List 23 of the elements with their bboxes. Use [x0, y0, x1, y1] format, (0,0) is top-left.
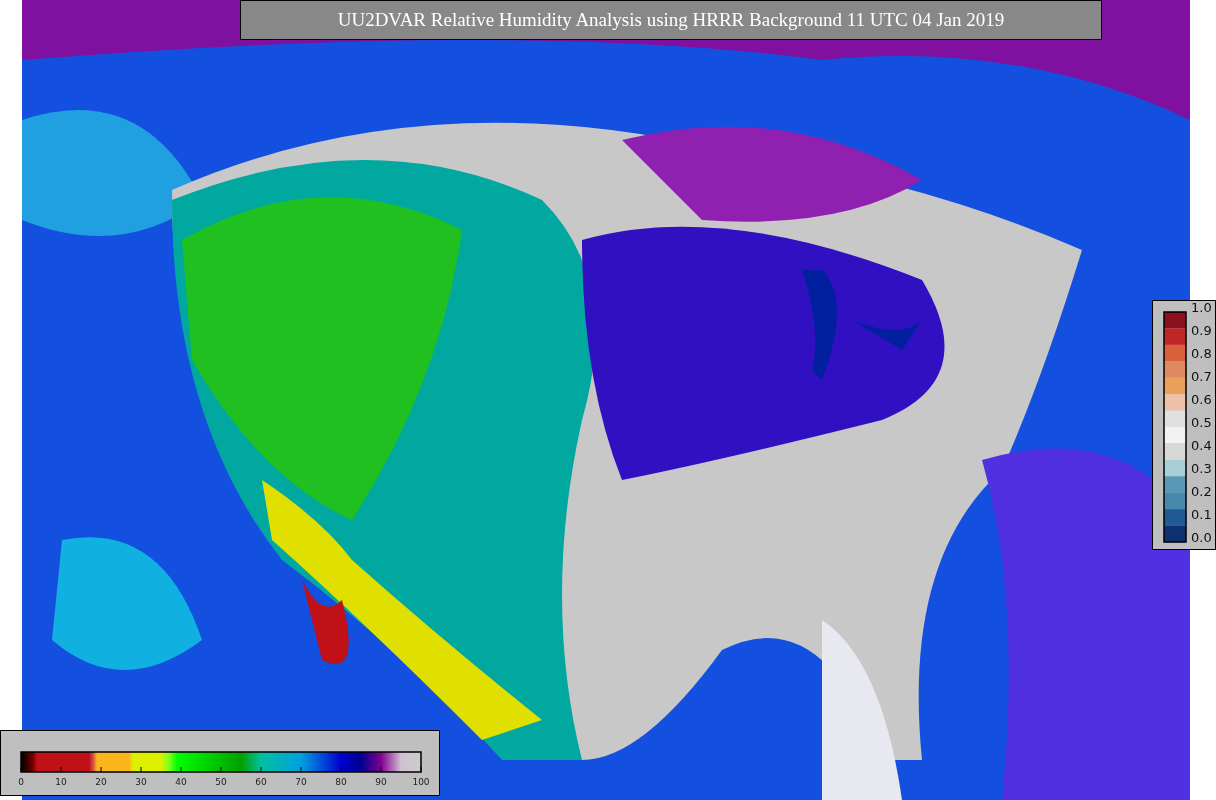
- tick-label: 50: [215, 777, 227, 787]
- tick-label: 0.3: [1191, 461, 1212, 476]
- tick-label: 0.1: [1191, 507, 1212, 522]
- tick-label: 80: [335, 777, 347, 787]
- tick-label: 0.2: [1191, 484, 1212, 499]
- tick-label: 1.0: [1191, 300, 1212, 315]
- tick-label: 0.9: [1191, 323, 1212, 338]
- tick-label: 0.6: [1191, 392, 1212, 407]
- tick-label: 60: [255, 777, 267, 787]
- tick-label: 0.7: [1191, 369, 1212, 384]
- tick-label: 0: [18, 777, 24, 787]
- tick-label: 70: [295, 777, 307, 787]
- tick-label: 0.0: [1191, 530, 1212, 545]
- tick-label: 10: [55, 777, 67, 787]
- tick-label: 0.5: [1191, 415, 1212, 430]
- tick-label: 0.4: [1191, 438, 1212, 453]
- tick-label: 30: [135, 777, 147, 787]
- map-title: UU2DVAR Relative Humidity Analysis using HRRR Background 11 UTC 04 Jan 2019: [240, 0, 1102, 40]
- tick-label: 20: [95, 777, 107, 787]
- tick-label: 100: [412, 777, 430, 787]
- tick-label: 40: [175, 777, 187, 787]
- tick-label: 0.8: [1191, 346, 1212, 361]
- tick-label: 90: [375, 777, 387, 787]
